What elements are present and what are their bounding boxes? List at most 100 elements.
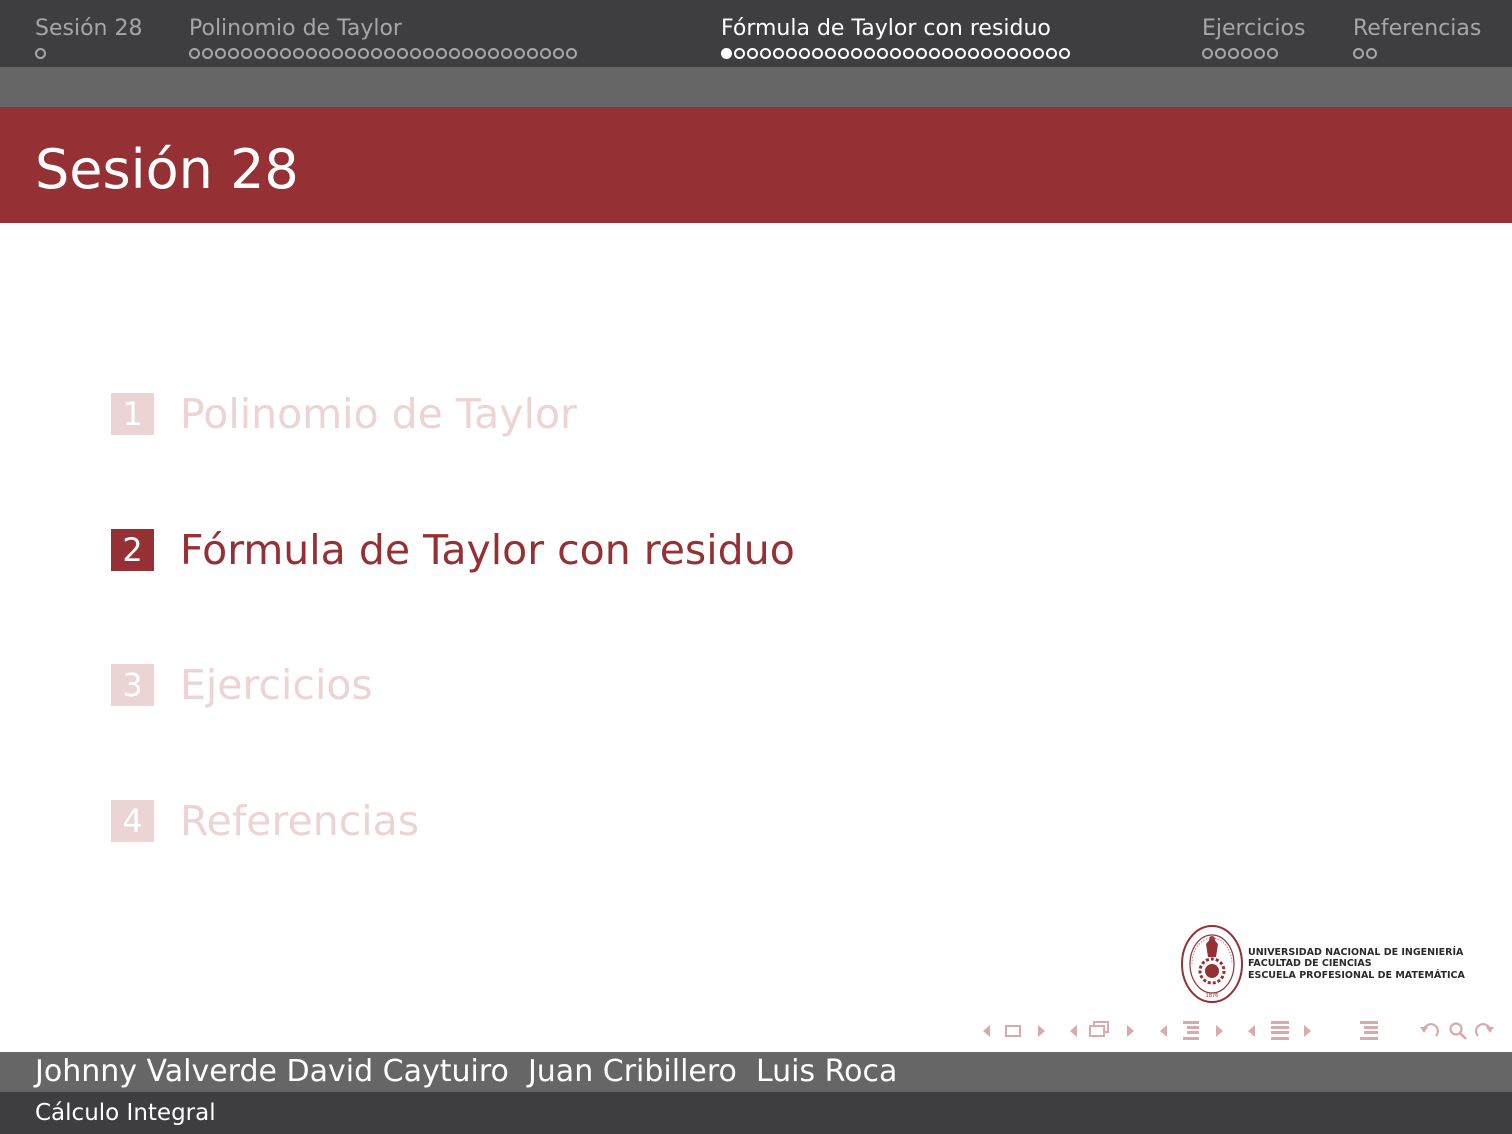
frame-dot[interactable] bbox=[851, 47, 862, 59]
university-name: UNIVERSIDAD NACIONAL DE INGENIERÍA bbox=[1248, 946, 1464, 958]
frame-dot[interactable] bbox=[527, 47, 538, 59]
nav-section-polinomio[interactable]: Polinomio de Taylor bbox=[189, 14, 577, 61]
frame-dot[interactable] bbox=[319, 47, 330, 59]
frame-dot[interactable] bbox=[1228, 47, 1239, 59]
frame-dot[interactable] bbox=[721, 47, 732, 59]
frame-title: Sesión 28 bbox=[35, 138, 299, 201]
frame-dot[interactable] bbox=[267, 47, 278, 59]
nav-dots bbox=[189, 45, 577, 61]
nav-section-ejercicios[interactable]: Ejercicios bbox=[1202, 14, 1305, 61]
frame-dot[interactable] bbox=[228, 47, 239, 59]
frame-dot[interactable] bbox=[994, 47, 1005, 59]
slide-nav-icon bbox=[983, 1025, 1045, 1037]
frame-dot[interactable] bbox=[838, 47, 849, 59]
nav-document[interactable] bbox=[1356, 1018, 1384, 1044]
frame-dot[interactable] bbox=[968, 47, 979, 59]
frame-dot[interactable] bbox=[812, 47, 823, 59]
frame-dot[interactable] bbox=[1007, 47, 1018, 59]
frame-dot[interactable] bbox=[254, 47, 265, 59]
frame-dot[interactable] bbox=[306, 47, 317, 59]
frame-dot[interactable] bbox=[903, 47, 914, 59]
frame-dot[interactable] bbox=[202, 47, 213, 59]
toc-item-2[interactable]: 2 Fórmula de Taylor con residuo bbox=[111, 526, 795, 574]
nav-section-referencias[interactable]: Referencias bbox=[1353, 14, 1481, 61]
frame-dot[interactable] bbox=[981, 47, 992, 59]
frame-dot[interactable] bbox=[1254, 47, 1265, 59]
frame-dot[interactable] bbox=[423, 47, 434, 59]
frame-dot[interactable] bbox=[1033, 47, 1044, 59]
toc-item-3[interactable]: 3 Ejercicios bbox=[111, 661, 373, 709]
nav-back-search-forward[interactable] bbox=[1418, 1018, 1502, 1044]
frame-dot[interactable] bbox=[942, 47, 953, 59]
frame-dot[interactable] bbox=[397, 47, 408, 59]
footer-authors: Johnny Valverde David Caytuiro Juan Crib… bbox=[35, 1054, 898, 1089]
nav-slide[interactable] bbox=[978, 1018, 1050, 1044]
nav-section[interactable] bbox=[1244, 1018, 1318, 1044]
document-nav-icon bbox=[1360, 1021, 1378, 1040]
frame-dot[interactable] bbox=[345, 47, 356, 59]
frame-dot[interactable] bbox=[929, 47, 940, 59]
toc-label: Ejercicios bbox=[180, 661, 373, 709]
frame-dot[interactable] bbox=[1353, 47, 1364, 59]
toc-label: Referencias bbox=[180, 797, 420, 845]
nav-dots bbox=[721, 45, 1070, 61]
frame-dot[interactable] bbox=[436, 47, 447, 59]
frame-dot[interactable] bbox=[371, 47, 382, 59]
frame-dot[interactable] bbox=[280, 47, 291, 59]
nav-dots bbox=[1353, 45, 1481, 61]
frame-dot[interactable] bbox=[462, 47, 473, 59]
frame-dot[interactable] bbox=[241, 47, 252, 59]
nav-subsection[interactable] bbox=[1156, 1018, 1228, 1044]
frame-dot[interactable] bbox=[825, 47, 836, 59]
frame-dot[interactable] bbox=[35, 47, 46, 59]
frame-dot[interactable] bbox=[449, 47, 460, 59]
frame-dot[interactable] bbox=[786, 47, 797, 59]
frame-dot[interactable] bbox=[475, 47, 486, 59]
toc-item-1[interactable]: 1 Polinomio de Taylor bbox=[111, 390, 577, 438]
back-search-forward-icon bbox=[1420, 1022, 1494, 1040]
nav-section-label: Fórmula de Taylor con residuo bbox=[721, 16, 1051, 41]
frame-dot[interactable] bbox=[189, 47, 200, 59]
frame-dot[interactable] bbox=[566, 47, 577, 59]
toc-number: 1 bbox=[111, 393, 154, 435]
frame-dot[interactable] bbox=[488, 47, 499, 59]
frame-dot[interactable] bbox=[1202, 47, 1213, 59]
toc-item-4[interactable]: 4 Referencias bbox=[111, 797, 419, 845]
frame-dot[interactable] bbox=[747, 47, 758, 59]
frame-dot[interactable] bbox=[332, 47, 343, 59]
frame-dot[interactable] bbox=[514, 47, 525, 59]
frame-dot[interactable] bbox=[215, 47, 226, 59]
nav-section-formula[interactable]: Fórmula de Taylor con residuo bbox=[721, 14, 1070, 61]
nav-section-sesion[interactable]: Sesión 28 bbox=[35, 14, 142, 61]
footer-course-title: Cálculo Integral bbox=[35, 1100, 216, 1126]
frame-dot[interactable] bbox=[1059, 47, 1070, 59]
frame-dot[interactable] bbox=[358, 47, 369, 59]
frame-dot[interactable] bbox=[384, 47, 395, 59]
nav-frame[interactable] bbox=[1066, 1018, 1142, 1044]
frame-dot[interactable] bbox=[877, 47, 888, 59]
frame-dot[interactable] bbox=[553, 47, 564, 59]
frame-dot[interactable] bbox=[864, 47, 875, 59]
frame-dot[interactable] bbox=[760, 47, 771, 59]
frame-dot[interactable] bbox=[410, 47, 421, 59]
subsection-nav-icon bbox=[1160, 1021, 1223, 1040]
frame-dot[interactable] bbox=[540, 47, 551, 59]
frame-dot[interactable] bbox=[734, 47, 745, 59]
frame-dot[interactable] bbox=[799, 47, 810, 59]
frame-dot[interactable] bbox=[501, 47, 512, 59]
frame-dot[interactable] bbox=[1241, 47, 1252, 59]
frame-dot[interactable] bbox=[955, 47, 966, 59]
frame-dot[interactable] bbox=[890, 47, 901, 59]
nav-dots bbox=[1202, 45, 1305, 61]
frame-dot[interactable] bbox=[1267, 47, 1278, 59]
toc-number: 2 bbox=[111, 529, 154, 571]
frame-dot[interactable] bbox=[773, 47, 784, 59]
university-logo: 1876 UNIVERSIDAD NACIONAL DE INGENIERÍA … bbox=[1180, 924, 1465, 1004]
university-name-block: UNIVERSIDAD NACIONAL DE INGENIERÍA FACUL… bbox=[1248, 947, 1465, 982]
frame-dot[interactable] bbox=[916, 47, 927, 59]
frame-dot[interactable] bbox=[1020, 47, 1031, 59]
frame-dot[interactable] bbox=[1215, 47, 1226, 59]
frame-dot[interactable] bbox=[1046, 47, 1057, 59]
frame-dot[interactable] bbox=[293, 47, 304, 59]
frame-dot[interactable] bbox=[1366, 47, 1377, 59]
